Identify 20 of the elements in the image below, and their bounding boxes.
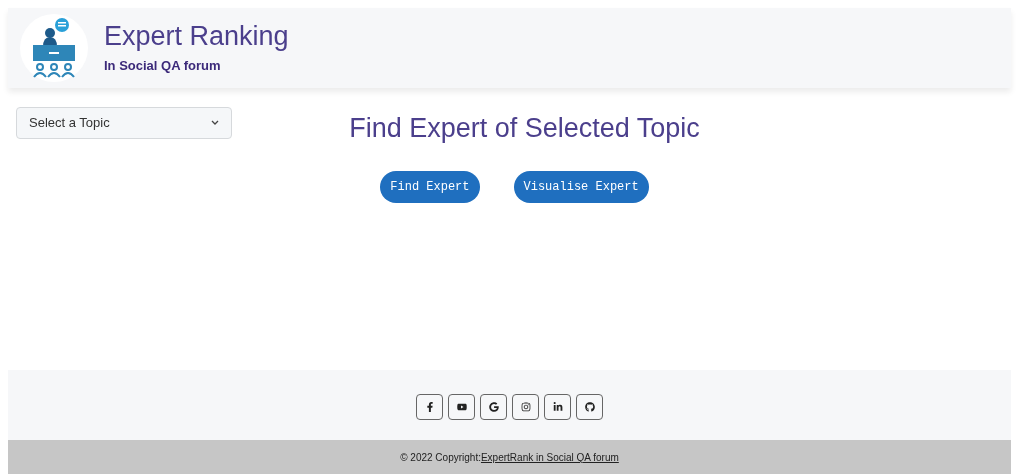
copyright-text: © 2022 Copyright: xyxy=(400,450,481,465)
app-title: Expert Ranking xyxy=(104,20,289,53)
social-link[interactable] xyxy=(576,394,603,420)
topic-select[interactable]: Select a Topic xyxy=(16,107,232,139)
google-icon xyxy=(488,402,499,412)
social-link[interactable] xyxy=(480,394,507,420)
social-link[interactable] xyxy=(416,394,443,420)
linkedin-icon xyxy=(552,402,563,412)
instagram-icon xyxy=(520,402,531,412)
facebook-icon xyxy=(424,402,435,412)
github-icon xyxy=(584,402,595,412)
social-link[interactable] xyxy=(544,394,571,420)
copyright-link[interactable]: ExpertRank in Social QA forum xyxy=(480,449,619,465)
page-heading: Find Expert of Selected Topic xyxy=(349,112,700,145)
youtube-icon xyxy=(456,402,467,412)
social-link[interactable] xyxy=(448,394,475,420)
app-subtitle: In Social QA forum xyxy=(104,57,222,76)
action-button[interactable]: Find Expert xyxy=(380,170,480,203)
action-button[interactable]: Visualise Expert xyxy=(513,170,649,203)
chevron-down-icon xyxy=(211,120,219,126)
